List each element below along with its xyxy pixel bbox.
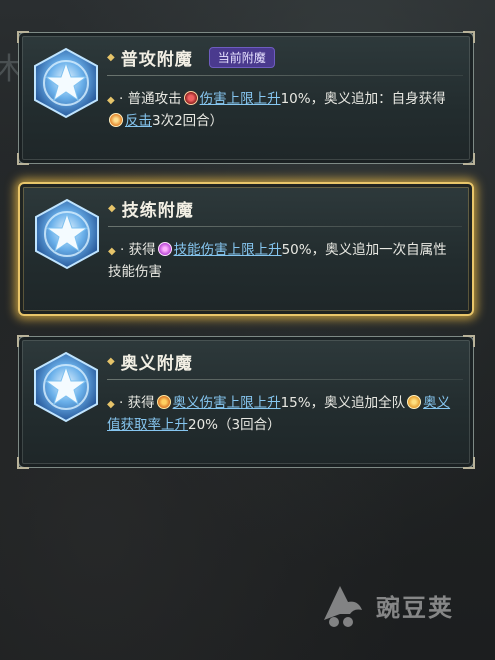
watermark-logo-icon (324, 586, 362, 627)
keyword-link[interactable]: 奥义伤害上限上升 (173, 395, 281, 411)
enchant-card-skill[interactable]: ◆ 技练附魔 ◆ · 获得 技能伤害上限上升50%，奥义追加一次自属性技能伤害 (18, 182, 474, 316)
card-description: ◆ · 获得 技能伤害上限上升50%，奥义追加一次自属性技能伤害 (108, 242, 447, 280)
card-title: 技练附魔 (121, 201, 194, 221)
divider (107, 379, 463, 380)
diamond-bullet-icon: ◆ (108, 203, 116, 214)
diamond-bullet-icon: ◆ (107, 399, 115, 410)
keyword-link[interactable]: 伤害上限上升 (200, 91, 281, 107)
skill-damage-icon (157, 242, 172, 256)
card-description: ◆ · 普通攻击 伤害上限上升10%，奥义追加：自身获得反击3次2回合） (107, 91, 446, 129)
enchant-card-normal-attack[interactable]: ◆ 普攻附魔 当前附魔 ◆ · 普通攻击 伤害上限上升10%，奥义追加：自身获得反… (17, 31, 475, 165)
ultimate-gain-icon (407, 395, 422, 409)
enchant-card-ultimate[interactable]: ◆ 奥义附魔 ◆ · 获得 奥义伤害上限上升15%，奥义追加全队 奥义值获取率上升2… (17, 335, 475, 469)
keyword-link[interactable]: 反击 (125, 113, 152, 129)
damage-cap-icon (183, 91, 198, 105)
watermark-text: 豌豆荚 (376, 593, 454, 622)
star-crystal-icon (35, 198, 99, 270)
diamond-bullet-icon: ◆ (107, 356, 115, 367)
star-crystal-icon (34, 47, 98, 119)
counter-icon (109, 113, 123, 127)
card-title: 普攻附魔 (120, 50, 193, 70)
keyword-link[interactable]: 技能伤害上限上升 (174, 242, 282, 258)
diamond-bullet-icon: ◆ (107, 52, 115, 63)
watermark: 豌豆荚 (318, 580, 454, 630)
diamond-bullet-icon: ◆ (107, 95, 115, 106)
divider (107, 75, 463, 76)
divider (108, 226, 462, 227)
diamond-bullet-icon: ◆ (108, 246, 116, 257)
current-enchant-badge: 当前附魔 (208, 47, 275, 68)
card-description: ◆ · 获得 奥义伤害上限上升15%，奥义追加全队 奥义值获取率上升20%（3回合） (107, 395, 451, 433)
star-crystal-icon (34, 351, 98, 423)
card-title: 奥义附魔 (120, 354, 193, 374)
ultimate-damage-icon (156, 395, 171, 409)
